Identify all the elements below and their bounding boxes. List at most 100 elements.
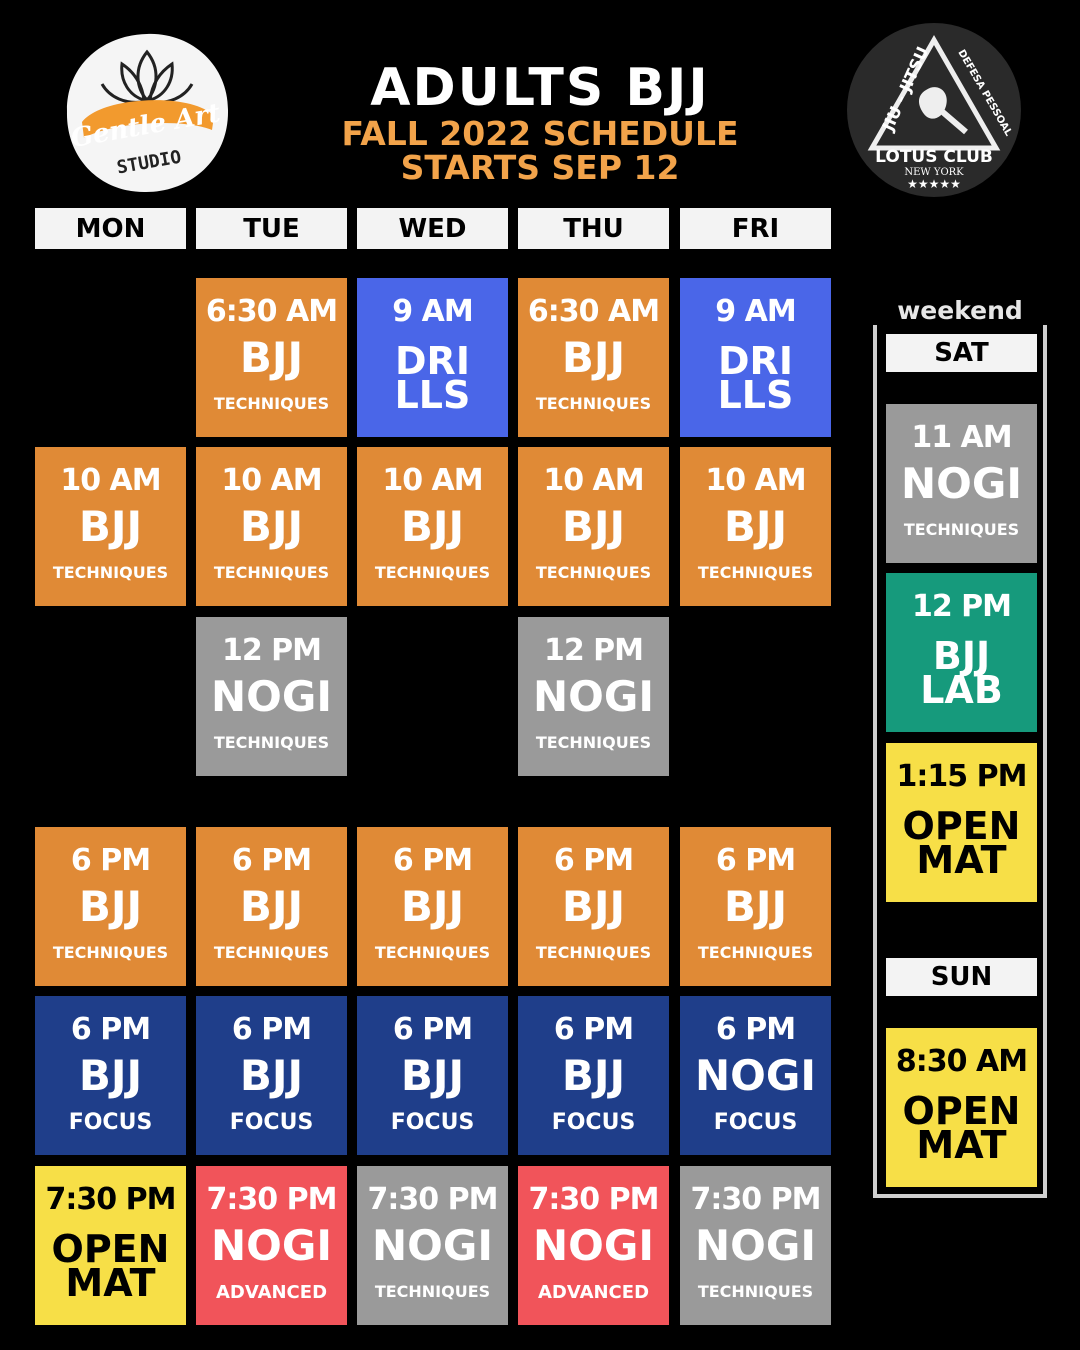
class-name: BJJ — [561, 502, 626, 551]
class-name: BJJ — [239, 882, 304, 931]
class-time: 10 AM — [705, 463, 806, 498]
class-name: BJJ — [400, 882, 465, 931]
class-card-fri-6pm-focus: 6 PM NOGI FOCUS — [680, 996, 831, 1155]
class-name: BJJ — [561, 882, 626, 931]
class-time: 7:30 PM — [690, 1182, 822, 1217]
class-name: NOGI — [211, 1221, 332, 1270]
class-type: TECHNIQUES — [213, 563, 330, 582]
class-type: TECHNIQUES — [374, 563, 491, 582]
class-card-tue-12pm: 12 PM NOGI TECHNIQUES — [196, 617, 347, 776]
class-time: 9 AM — [392, 294, 473, 329]
class-name: BJJ — [723, 502, 788, 551]
class-card-tue-10am: 10 AM BJJ TECHNIQUES — [196, 447, 347, 606]
class-time: 6 PM — [553, 843, 634, 878]
class-name: BJJ — [78, 882, 143, 931]
class-card-fri-10am: 10 AM BJJ TECHNIQUES — [680, 447, 831, 606]
class-card-thu-6pm-techniques: 6 PM BJJ TECHNIQUES — [518, 827, 669, 986]
class-name: NOGI — [372, 1221, 493, 1270]
class-time: 6:30 AM — [205, 294, 338, 329]
class-time: 11 AM — [911, 420, 1012, 455]
class-name: NOGI — [901, 459, 1022, 508]
class-name: OPEN MAT — [902, 804, 1021, 882]
day-header-sat: SAT — [886, 334, 1037, 372]
class-card-fri-730pm: 7:30 PM NOGI TECHNIQUES — [680, 1166, 831, 1325]
class-name: BJJ — [78, 502, 143, 551]
logo-club-name: LOTUS CLUB — [875, 147, 993, 167]
class-card-wed-10am: 10 AM BJJ TECHNIQUES — [357, 447, 508, 606]
class-name: NOGI — [211, 672, 332, 721]
class-time: 7:30 PM — [528, 1182, 660, 1217]
class-time: 6 PM — [70, 843, 151, 878]
class-name: BJJ — [400, 502, 465, 551]
day-header-thu: THU — [518, 208, 669, 249]
class-type: TECHNIQUES — [535, 394, 652, 413]
class-name: BJJ — [239, 502, 304, 551]
class-type: TECHNIQUES — [213, 733, 330, 752]
class-card-sat-12pm: 12 PM BJJ LAB — [886, 573, 1037, 732]
day-header-wed: WED — [357, 208, 508, 249]
class-card-fri-9am: 9 AM DRI LLS — [680, 278, 831, 437]
class-card-tue-730pm: 7:30 PM NOGI ADVANCED — [196, 1166, 347, 1325]
class-card-wed-6pm-techniques: 6 PM BJJ TECHNIQUES — [357, 827, 508, 986]
class-type: TECHNIQUES — [697, 563, 814, 582]
class-time: 10 AM — [221, 463, 322, 498]
class-time: 7:30 PM — [45, 1182, 177, 1217]
class-name: NOGI — [695, 1221, 816, 1270]
class-card-mon-6pm-techniques: 6 PM BJJ TECHNIQUES — [35, 827, 186, 986]
class-time: 7:30 PM — [367, 1182, 499, 1217]
class-type: FOCUS — [713, 1110, 798, 1135]
class-time: 10 AM — [543, 463, 644, 498]
class-type: TECHNIQUES — [697, 1282, 814, 1301]
class-type: TECHNIQUES — [535, 943, 652, 962]
lotus-club-logo: JIU - JITSU DEFESA PESSOAL LOTUS CLUB NE… — [846, 22, 1022, 198]
class-type: TECHNIQUES — [374, 1282, 491, 1301]
class-time: 12 PM — [543, 633, 644, 668]
class-card-thu-6pm-focus: 6 PM BJJ FOCUS — [518, 996, 669, 1155]
class-type: TECHNIQUES — [52, 943, 169, 962]
class-time: 6 PM — [392, 843, 473, 878]
class-name: OPEN MAT — [902, 1089, 1021, 1167]
class-card-mon-730pm: 7:30 PM OPEN MAT — [35, 1166, 186, 1325]
class-time: 12 PM — [221, 633, 322, 668]
class-name: BJJ LAB — [920, 634, 1003, 712]
class-card-thu-730pm: 7:30 PM NOGI ADVANCED — [518, 1166, 669, 1325]
class-type: TECHNIQUES — [213, 943, 330, 962]
class-card-fri-6pm-techniques: 6 PM BJJ TECHNIQUES — [680, 827, 831, 986]
class-time: 6 PM — [715, 843, 796, 878]
day-header-tue: TUE — [196, 208, 347, 249]
class-time: 8:30 AM — [895, 1044, 1028, 1079]
class-card-sat-11am: 11 AM NOGI TECHNIQUES — [886, 404, 1037, 563]
day-header-fri: FRI — [680, 208, 831, 249]
class-name: DRI LLS — [717, 339, 794, 417]
class-card-wed-6pm-focus: 6 PM BJJ FOCUS — [357, 996, 508, 1155]
day-header-mon: MON — [35, 208, 186, 249]
class-name: OPEN MAT — [51, 1227, 170, 1305]
class-time: 6 PM — [392, 1012, 473, 1047]
class-name: NOGI — [695, 1051, 816, 1100]
class-card-mon-6pm-focus: 6 PM BJJ FOCUS — [35, 996, 186, 1155]
class-name: BJJ — [239, 333, 304, 382]
class-time: 7:30 PM — [206, 1182, 338, 1217]
class-type: TECHNIQUES — [52, 563, 169, 582]
class-time: 1:15 PM — [896, 759, 1028, 794]
class-name: DRI LLS — [394, 339, 471, 417]
class-time: 10 AM — [60, 463, 161, 498]
class-type: FOCUS — [229, 1110, 314, 1135]
class-card-wed-730pm: 7:30 PM NOGI TECHNIQUES — [357, 1166, 508, 1325]
class-time: 12 PM — [911, 589, 1012, 624]
weekend-label: weekend — [873, 296, 1047, 325]
class-time: 6 PM — [231, 1012, 312, 1047]
class-card-mon-10am: 10 AM BJJ TECHNIQUES — [35, 447, 186, 606]
class-time: 10 AM — [382, 463, 483, 498]
class-time: 6 PM — [553, 1012, 634, 1047]
class-card-thu-630am: 6:30 AM BJJ TECHNIQUES — [518, 278, 669, 437]
class-type: ADVANCED — [215, 1282, 328, 1303]
class-type: FOCUS — [68, 1110, 153, 1135]
class-name: BJJ — [239, 1051, 304, 1100]
class-type: TECHNIQUES — [213, 394, 330, 413]
class-name: BJJ — [561, 1051, 626, 1100]
class-card-thu-10am: 10 AM BJJ TECHNIQUES — [518, 447, 669, 606]
class-time: 6 PM — [70, 1012, 151, 1047]
class-type: ADVANCED — [537, 1282, 650, 1303]
class-card-sat-115pm: 1:15 PM OPEN MAT — [886, 743, 1037, 902]
